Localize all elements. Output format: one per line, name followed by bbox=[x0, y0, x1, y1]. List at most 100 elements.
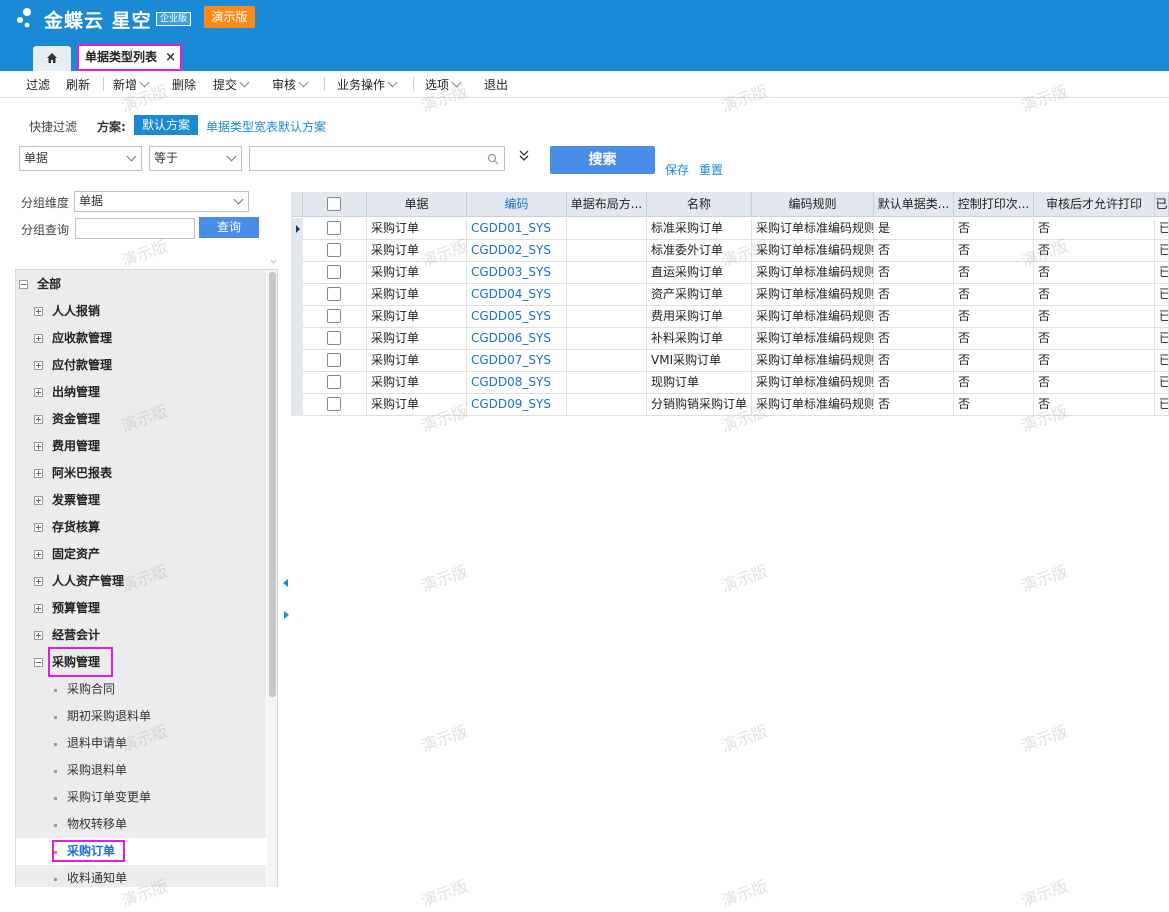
collapse-left-icon[interactable] bbox=[283, 579, 288, 587]
filter-field-select[interactable]: 单据 bbox=[19, 146, 142, 171]
table-row[interactable]: 采购订单CGDD06_SYS补料采购订单采购订单标准编码规则否否否已 bbox=[291, 328, 1169, 350]
column-header[interactable]: 默认单据类... bbox=[874, 192, 954, 217]
tree-node[interactable]: 发票管理 bbox=[16, 487, 266, 514]
row-selector[interactable] bbox=[291, 218, 303, 240]
business-ops-button[interactable]: 业务操作 bbox=[337, 76, 398, 93]
tree-node[interactable]: 阿米巴报表 bbox=[16, 460, 266, 487]
tree-leaf[interactable]: 采购订单变更单 bbox=[16, 784, 266, 811]
tree-leaf[interactable]: 采购退料单 bbox=[16, 757, 266, 784]
table-cell[interactable]: CGDD04_SYS bbox=[467, 284, 567, 306]
expand-icon[interactable] bbox=[34, 361, 43, 370]
table-cell[interactable]: CGDD01_SYS bbox=[467, 218, 567, 240]
table-cell[interactable]: CGDD03_SYS bbox=[467, 262, 567, 284]
tree-scrollbar-thumb[interactable] bbox=[269, 272, 276, 697]
tree-node[interactable]: 固定资产 bbox=[16, 541, 266, 568]
tree-scrollbar[interactable] bbox=[267, 270, 277, 887]
table-cell[interactable]: CGDD02_SYS bbox=[467, 240, 567, 262]
expand-icon[interactable] bbox=[34, 415, 43, 424]
tree-leaf[interactable]: 收料通知单 bbox=[16, 865, 266, 887]
collapse-icon[interactable] bbox=[270, 258, 277, 265]
tree-node[interactable]: 应付款管理 bbox=[16, 352, 266, 379]
expand-icon[interactable] bbox=[34, 388, 43, 397]
row-checkbox[interactable] bbox=[327, 287, 341, 301]
group-query-input[interactable] bbox=[75, 218, 195, 239]
column-header[interactable]: 已 bbox=[1155, 192, 1169, 217]
tree-node[interactable]: 人人资产管理 bbox=[16, 568, 266, 595]
tree-node[interactable]: 应收款管理 bbox=[16, 325, 266, 352]
filter-operator-select[interactable]: 等于 bbox=[149, 146, 242, 171]
row-selector[interactable] bbox=[291, 328, 303, 350]
home-tab[interactable] bbox=[33, 46, 71, 71]
expand-icon[interactable] bbox=[34, 631, 43, 640]
row-checkbox[interactable] bbox=[327, 331, 341, 345]
delete-button[interactable]: 删除 bbox=[172, 76, 196, 93]
table-cell[interactable]: CGDD06_SYS bbox=[467, 328, 567, 350]
column-header[interactable]: 审核后才允许打印 bbox=[1034, 192, 1155, 217]
row-checkbox[interactable] bbox=[327, 397, 341, 411]
table-row[interactable]: 采购订单CGDD03_SYS直运采购订单采购订单标准编码规则否否否已 bbox=[291, 262, 1169, 284]
expand-icon[interactable] bbox=[34, 523, 43, 532]
column-header[interactable]: 名称 bbox=[647, 192, 752, 217]
new-button[interactable]: 新增 bbox=[113, 76, 150, 93]
group-query-button[interactable]: 查询 bbox=[199, 217, 259, 238]
row-checkbox[interactable] bbox=[327, 221, 341, 235]
tree-node[interactable]: 资金管理 bbox=[16, 406, 266, 433]
select-all-header[interactable] bbox=[303, 192, 367, 217]
row-selector[interactable] bbox=[291, 284, 303, 306]
table-cell[interactable]: CGDD07_SYS bbox=[467, 350, 567, 372]
row-selector[interactable] bbox=[291, 262, 303, 284]
search-icon[interactable] bbox=[487, 153, 499, 165]
table-cell[interactable]: CGDD08_SYS bbox=[467, 372, 567, 394]
collapse-icon[interactable] bbox=[19, 280, 28, 289]
tree-leaf[interactable]: 退料申请单 bbox=[16, 730, 266, 757]
table-row[interactable]: 采购订单CGDD08_SYS现购订单采购订单标准编码规则否否否已 bbox=[291, 372, 1169, 394]
expand-right-icon[interactable] bbox=[284, 611, 289, 619]
wide-table-scheme-link[interactable]: 单据类型宽表默认方案 bbox=[206, 118, 326, 135]
row-selector[interactable] bbox=[291, 306, 303, 328]
expand-icon[interactable] bbox=[34, 307, 43, 316]
table-row[interactable]: 采购订单CGDD09_SYS分销购销采购订单采购订单标准编码规则否否否已 bbox=[291, 394, 1169, 416]
refresh-button[interactable]: 刷新 bbox=[66, 76, 90, 93]
tree-leaf[interactable]: 期初采购退料单 bbox=[16, 703, 266, 730]
table-cell[interactable]: CGDD05_SYS bbox=[467, 306, 567, 328]
save-link[interactable]: 保存 bbox=[665, 161, 689, 178]
group-dimension-select[interactable]: 单据 bbox=[74, 191, 249, 212]
row-selector[interactable] bbox=[291, 240, 303, 262]
tree-node[interactable]: 预算管理 bbox=[16, 595, 266, 622]
search-button[interactable]: 搜索 bbox=[550, 146, 655, 174]
tree-node[interactable]: 存货核算 bbox=[16, 514, 266, 541]
expand-more-icon[interactable] bbox=[518, 150, 530, 162]
row-checkbox[interactable] bbox=[327, 265, 341, 279]
expand-icon[interactable] bbox=[34, 577, 43, 586]
tab-document-type-list[interactable]: 单据类型列表 × bbox=[77, 44, 182, 71]
row-checkbox[interactable] bbox=[327, 375, 341, 389]
column-header[interactable]: 单据布局方... bbox=[567, 192, 647, 217]
expand-icon[interactable] bbox=[34, 550, 43, 559]
tree-leaf[interactable]: 采购合同 bbox=[16, 676, 266, 703]
expand-icon[interactable] bbox=[34, 604, 43, 613]
tree-node[interactable]: 费用管理 bbox=[16, 433, 266, 460]
tree-node[interactable]: 人人报销 bbox=[16, 298, 266, 325]
default-scheme-button[interactable]: 默认方案 bbox=[134, 115, 198, 135]
table-row[interactable]: 采购订单CGDD01_SYS标准采购订单采购订单标准编码规则是否否已 bbox=[291, 218, 1169, 240]
audit-button[interactable]: 审核 bbox=[272, 76, 309, 93]
table-cell[interactable]: CGDD09_SYS bbox=[467, 394, 567, 416]
row-checkbox[interactable] bbox=[327, 309, 341, 323]
table-row[interactable]: 采购订单CGDD05_SYS费用采购订单采购订单标准编码规则否否否已 bbox=[291, 306, 1169, 328]
collapse-icon[interactable] bbox=[34, 658, 43, 667]
options-button[interactable]: 选项 bbox=[425, 76, 462, 93]
close-icon[interactable]: × bbox=[165, 46, 176, 69]
filter-button[interactable]: 过滤 bbox=[26, 76, 50, 93]
tree-leaf[interactable]: 物权转移单 bbox=[16, 811, 266, 838]
table-row[interactable]: 采购订单CGDD02_SYS标准委外订单采购订单标准编码规则否否否已 bbox=[291, 240, 1169, 262]
row-checkbox[interactable] bbox=[327, 353, 341, 367]
table-row[interactable]: 采购订单CGDD07_SYSVMI采购订单采购订单标准编码规则否否否已 bbox=[291, 350, 1169, 372]
row-selector[interactable] bbox=[291, 394, 303, 416]
column-header[interactable]: 单据 bbox=[367, 192, 467, 217]
row-selector[interactable] bbox=[291, 350, 303, 372]
table-row[interactable]: 采购订单CGDD04_SYS资产采购订单采购订单标准编码规则否否否已 bbox=[291, 284, 1169, 306]
expand-icon[interactable] bbox=[34, 334, 43, 343]
tree-node[interactable]: 经营会计 bbox=[16, 622, 266, 649]
expand-icon[interactable] bbox=[34, 442, 43, 451]
tree-node[interactable]: 出纳管理 bbox=[16, 379, 266, 406]
